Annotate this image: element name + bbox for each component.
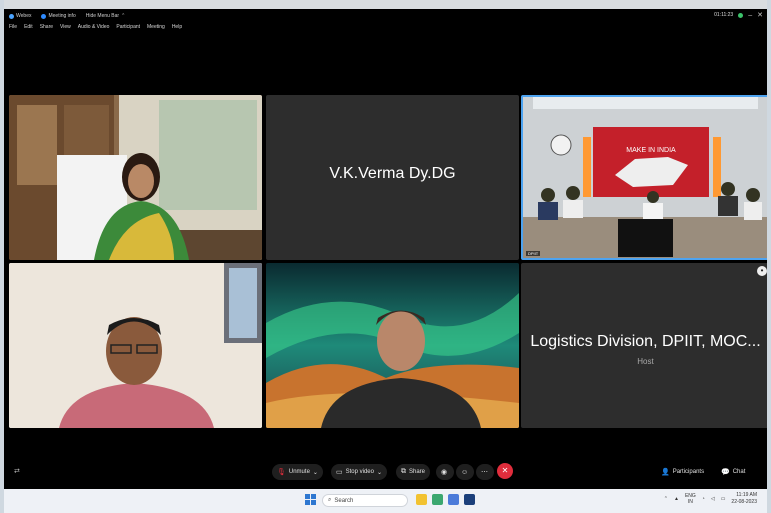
unmute-button[interactable]: 🎙 Unmute ⌄ (272, 464, 323, 480)
chat-button[interactable]: 💬 Chat (716, 464, 750, 480)
minimize-icon[interactable]: – (748, 12, 752, 19)
participant-5-video (266, 263, 519, 428)
video-tile-participant-3[interactable]: MAKE IN INDIA DPIIT (521, 95, 767, 260)
webex-window: Webex Meeting info Hide Menu Bar ⌃ 01:11… (4, 9, 767, 489)
video-tile-participant-1[interactable] (9, 95, 262, 260)
wifi-icon[interactable]: ◔ (702, 496, 705, 502)
host-role: Host (637, 357, 654, 366)
chrome-icon[interactable] (448, 494, 459, 505)
menu-help[interactable]: Help (172, 24, 182, 34)
participant-4-video (9, 263, 262, 428)
more-options-icon[interactable]: • (757, 266, 767, 276)
menu-participant[interactable]: Participant (116, 24, 140, 34)
menu-bar: File Edit Share View Audio & Video Parti… (4, 24, 182, 34)
screen-top-edge (0, 0, 771, 9)
layout-icon[interactable]: ⇄ (14, 467, 20, 475)
participant-2-name: V.K.Verma Dy.DG (329, 165, 456, 182)
language-indicator[interactable]: ENG IN (685, 493, 696, 505)
end-call-icon: ✕ (501, 466, 509, 475)
menu-view[interactable]: View (60, 24, 71, 34)
mic-off-icon: 🎙 (277, 469, 286, 476)
reactions-icon: ☺ (461, 468, 469, 476)
windows-start-icon[interactable] (305, 494, 316, 505)
participant-3-label: DPIIT (526, 251, 541, 256)
reactions-button[interactable]: ☺ (456, 464, 474, 480)
file-explorer-icon[interactable] (416, 494, 427, 505)
stop-video-button[interactable]: ▭ Stop video ⌄ (331, 464, 388, 480)
menu-audio-video[interactable]: Audio & Video (78, 24, 110, 34)
video-tile-host[interactable]: • Logistics Division, DPIIT, MOC... Host (521, 263, 767, 428)
meeting-info-button[interactable]: Meeting info (41, 13, 76, 19)
more-icon: ⋯ (481, 469, 488, 476)
participants-button[interactable]: 👤 Participants (656, 464, 709, 480)
participant-3-video: MAKE IN INDIA (523, 97, 767, 258)
taskbar-clock[interactable]: 11:19 AM 22-08-2023 (731, 492, 757, 506)
shield-icon (738, 12, 744, 18)
chevron-up-icon: ⌃ (121, 13, 126, 19)
make-in-india-banner: MAKE IN INDIA (626, 147, 676, 154)
windows-taskbar: ⌕ Search ⌃ ▲ ENG IN ◔ ◁ ▭ 11:19 AM 22-08… (4, 489, 767, 513)
chevron-down-icon: ⌄ (312, 469, 318, 476)
battery-icon[interactable]: ▭ (721, 496, 726, 502)
share-icon: ⧉ (401, 468, 406, 475)
title-bar-right: 01:11:23 – ✕ (714, 11, 763, 20)
chevron-up-icon[interactable]: ⌃ (664, 496, 668, 502)
menu-file[interactable]: File (9, 24, 17, 34)
system-tray: ⌃ ▲ ENG IN ◔ ◁ ▭ 11:19 AM 22-08-2023 (664, 492, 757, 506)
more-button[interactable]: ⋯ (476, 464, 494, 480)
record-icon: ◉ (441, 469, 448, 476)
volume-icon[interactable]: ◁ (711, 496, 715, 502)
meeting-timer: 01:11:23 (714, 12, 734, 18)
app-title: Webex (9, 13, 31, 19)
host-name: Logistics Division, DPIIT, MOC... (530, 333, 761, 350)
edge-icon[interactable] (432, 494, 443, 505)
title-bar: Webex Meeting info Hide Menu Bar ⌃ 01:11… (4, 9, 767, 23)
screen-right-edge (767, 0, 771, 513)
record-button[interactable]: ◉ (436, 464, 454, 480)
participants-icon: 👤 (661, 469, 670, 476)
webex-logo-icon (9, 13, 14, 19)
share-button[interactable]: ⧉ Share (396, 464, 431, 480)
video-tile-participant-5[interactable] (266, 263, 519, 428)
app-name: Webex (16, 13, 32, 19)
menu-share[interactable]: Share (40, 24, 53, 34)
chat-icon: 💬 (721, 469, 730, 476)
search-icon: ⌕ (328, 497, 332, 503)
participant-1-video (9, 95, 262, 260)
close-icon[interactable]: ✕ (757, 11, 763, 19)
taskbar-search[interactable]: ⌕ Search (322, 494, 408, 507)
meeting-controls: ⇄ 🎙 Unmute ⌄ ▭ Stop video ⌄ ⧉ Share ◉ ☺ … (4, 459, 767, 487)
network-icon[interactable]: ▲ (674, 496, 679, 502)
hide-menu-bar-button[interactable]: Hide Menu Bar ⌃ (86, 13, 126, 19)
video-tile-participant-2[interactable]: V.K.Verma Dy.DG (266, 95, 519, 260)
camera-icon: ▭ (336, 469, 343, 476)
info-icon (41, 13, 47, 19)
video-tile-participant-4[interactable] (9, 263, 262, 428)
chevron-down-icon: ⌄ (376, 469, 383, 476)
webex-taskbar-icon[interactable] (464, 494, 475, 505)
menu-edit[interactable]: Edit (24, 24, 33, 34)
menu-meeting[interactable]: Meeting (147, 24, 165, 34)
end-call-button[interactable]: ✕ (497, 463, 513, 479)
